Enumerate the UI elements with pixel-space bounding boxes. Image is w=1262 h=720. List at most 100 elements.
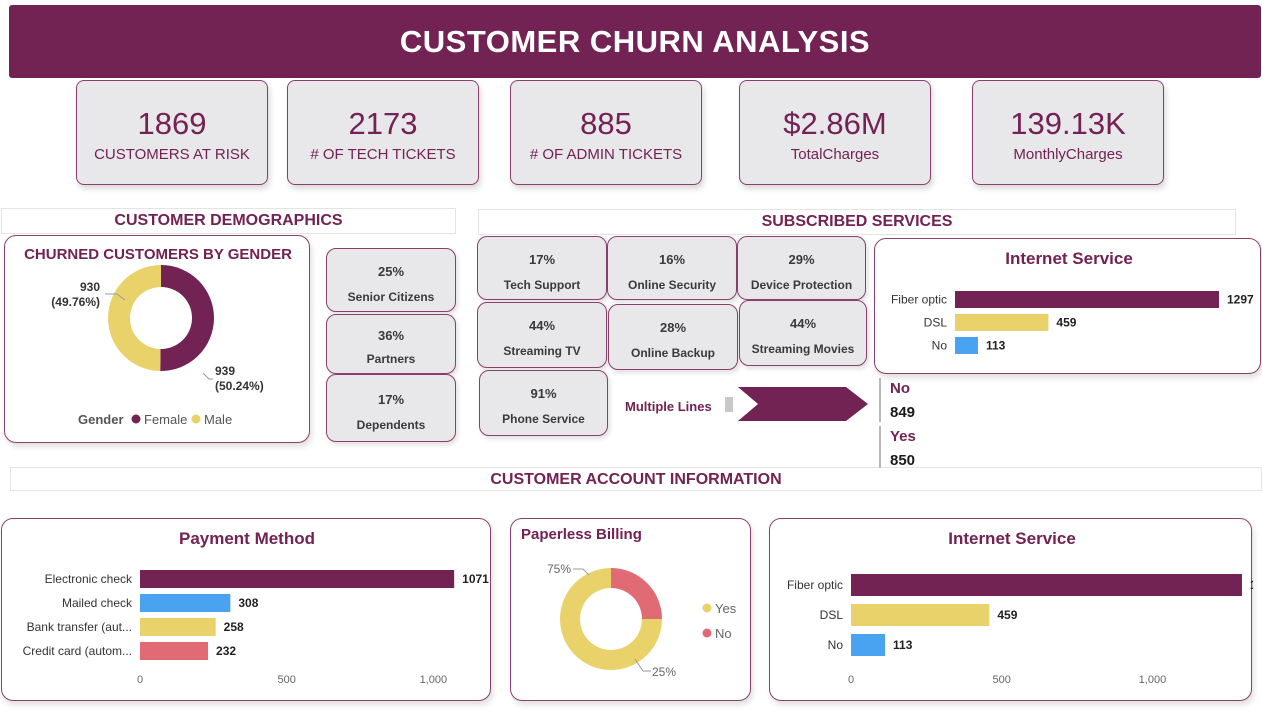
tile-partners[interactable]: 36% Partners (326, 314, 456, 374)
category-label-dsl: DSL (924, 316, 948, 330)
data-label-female: 939 (215, 364, 235, 378)
chart-title: Paperless Billing (521, 526, 642, 543)
bar-electronic-check[interactable] (140, 570, 455, 588)
tile-label: Device Protection (750, 278, 853, 292)
section-services: SUBSCRIBED SERVICES (478, 209, 1236, 235)
tile-device-protection[interactable]: 29% Device Protection (737, 236, 866, 300)
x-tick-label: 1,000 (1139, 674, 1167, 686)
bar-no[interactable] (851, 634, 886, 656)
bar-credit-card-autom[interactable] (140, 642, 209, 660)
tile-dependents[interactable]: 17% Dependents (326, 374, 456, 442)
tile-online-backup[interactable]: 28% Online Backup (608, 304, 738, 370)
kpi-customers-at-risk[interactable]: 1869 CUSTOMERS AT RISK (76, 80, 268, 185)
x-tick-label: 500 (277, 674, 295, 686)
kpi-tech-tickets[interactable]: 2173 # OF TECH TICKETS (287, 80, 479, 185)
multiple-lines-divider-no (879, 378, 881, 422)
tile-label: Dependents (356, 418, 426, 432)
tile-value: 29% (788, 252, 815, 267)
multiple-lines-slider-handle[interactable] (725, 397, 733, 412)
multiple-lines-yes-label: Yes (890, 428, 916, 445)
kpi-value: 2173 (348, 106, 418, 141)
category-label-mailed-check: Mailed check (62, 596, 133, 610)
internet-service-card-bottom[interactable]: Internet Service Fiber optic 1297 DSL 459 No… (769, 518, 1262, 701)
donut-slice-male[interactable] (107, 265, 161, 371)
x-tick-label: 0 (848, 674, 854, 686)
chart-title: Internet Service (1005, 249, 1133, 268)
donut-slice-no[interactable] (611, 568, 662, 619)
tile-value: 44% (528, 318, 556, 333)
chart-title: Payment Method (179, 529, 315, 548)
data-label-credit-card-autom: 232 (216, 644, 236, 658)
legend-swatch-male[interactable] (191, 414, 201, 424)
data-label-male: 930 (80, 280, 100, 294)
category-label-credit-card-autom: Credit card (autom... (23, 644, 132, 658)
data-label-no: 25% (652, 665, 676, 679)
leader-line-yes (573, 568, 590, 576)
section-demographics: CUSTOMER DEMOGRAPHICS (1, 208, 456, 234)
legend-label-male[interactable]: Male (204, 412, 232, 427)
paperless-billing-donut-chart: Paperless Billing 75% 25% Yes No (521, 526, 737, 679)
category-label-dsl: DSL (820, 608, 844, 622)
bar-mailed-check[interactable] (140, 594, 231, 612)
multiple-lines-arrow (738, 387, 868, 421)
tile-value: 28% (659, 320, 687, 335)
kpi-admin-tickets[interactable]: 885 # OF ADMIN TICKETS (510, 80, 702, 185)
kpi-label: CUSTOMERS AT RISK (94, 146, 250, 163)
tile-value: 17% (528, 252, 556, 267)
bar-dsl[interactable] (955, 314, 1049, 331)
tile-online-security[interactable]: 16% Online Security (607, 236, 737, 300)
tile-value: 36% (377, 328, 405, 343)
data-label-electronic-check: 1071 (462, 572, 489, 586)
payment-method-card[interactable]: Payment Method Electronic check 1071 Maile… (1, 518, 491, 701)
bar-fiber-optic[interactable] (955, 291, 1219, 308)
internet-service-card-top[interactable]: Internet Service Fiber optic 1297 DSL 459 No… (874, 238, 1261, 374)
tile-streaming-tv[interactable]: 44% Streaming TV (477, 302, 607, 368)
legend-label-female[interactable]: Female (144, 412, 187, 427)
bar-fiber-optic[interactable] (851, 574, 1242, 596)
kpi-value: 1869 (137, 106, 207, 141)
legend-label-no[interactable]: No (715, 626, 732, 641)
chevron-arrow-icon (738, 387, 868, 421)
gender-slices (107, 265, 214, 371)
paperless-billing-card[interactable]: Paperless Billing 75% 25% Yes No (510, 518, 751, 701)
payment-method-bar-chart: Payment Method Electronic check 1071 Maile… (23, 529, 490, 686)
tile-value: 17% (377, 392, 405, 407)
multiple-lines-divider-yes (879, 426, 881, 468)
legend-label-yes[interactable]: Yes (715, 601, 737, 616)
kpi-label: # OF TECH TICKETS (310, 146, 456, 163)
tile-tech-support[interactable]: 17% Tech Support (477, 236, 607, 300)
bar-dsl[interactable] (851, 604, 990, 626)
category-label-electronic-check: Electronic check (45, 572, 133, 586)
tile-senior-citizens[interactable]: 25% Senior Citizens (326, 248, 456, 312)
tile-streaming-movies[interactable]: 44% Streaming Movies (739, 300, 867, 366)
data-label-male-pct: (49.76%) (51, 295, 100, 309)
bar-bank-transfer-aut[interactable] (140, 618, 216, 636)
category-label-no: No (932, 339, 948, 353)
data-label-no: 113 (986, 339, 1006, 353)
kpi-monthly-charges[interactable]: 139.13K MonthlyCharges (972, 80, 1164, 185)
kpi-total-charges[interactable]: $2.86M TotalCharges (739, 80, 931, 185)
tile-label: Phone Service (502, 412, 585, 426)
data-label-dsl: 459 (1056, 316, 1076, 330)
legend-swatch-no[interactable] (702, 628, 712, 638)
kpi-label: MonthlyCharges (1013, 146, 1123, 163)
paperless-slices (560, 568, 662, 670)
gender-donut-chart: CHURNED CUSTOMERS BY GENDER 930 (49.76%)… (24, 246, 292, 427)
legend-swatch-female[interactable] (131, 414, 141, 424)
chart-title: Internet Service (948, 529, 1076, 548)
tile-value: 25% (377, 264, 405, 279)
legend-swatch-yes[interactable] (702, 603, 712, 613)
tile-label: Partners (366, 352, 416, 366)
category-label-bank-transfer-aut: Bank transfer (aut... (27, 620, 132, 634)
tile-label: Online Security (627, 278, 717, 292)
tile-phone-service[interactable]: 91% Phone Service (479, 370, 608, 436)
multiple-lines-no-value: 849 (890, 404, 916, 421)
tile-value: 16% (658, 252, 686, 267)
gender-chart-card[interactable]: CHURNED CUSTOMERS BY GENDER 930 (49.76%)… (4, 235, 310, 443)
dashboard-title: CUSTOMER CHURN ANALYSIS (9, 5, 1261, 78)
data-label-fiber-optic: 1297 (1250, 578, 1253, 592)
donut-slice-female[interactable] (160, 265, 214, 371)
tile-label: Online Backup (630, 346, 716, 360)
x-tick-label: 0 (137, 674, 143, 686)
bar-no[interactable] (955, 337, 979, 354)
